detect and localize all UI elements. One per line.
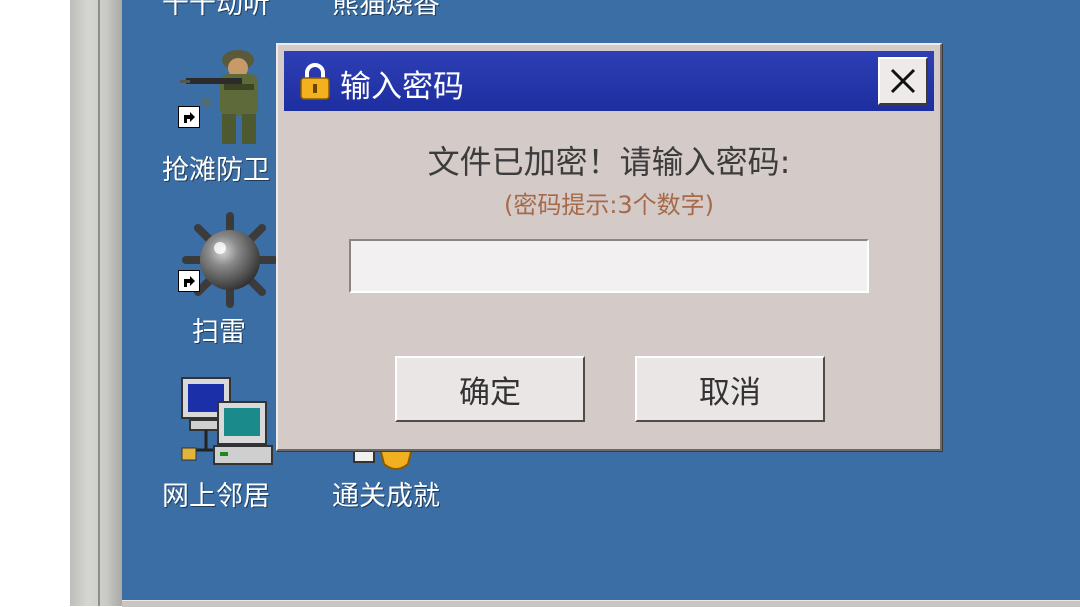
- desktop-icon-label: 网上邻居: [162, 481, 270, 512]
- desktop-icon-label: 熊猫烧香: [332, 0, 440, 20]
- password-hint: (密码提示:3个数字): [503, 191, 715, 219]
- desktop-icon-label: 通关成就: [332, 481, 440, 512]
- password-input[interactable]: [349, 239, 869, 293]
- page-margin: [0, 0, 70, 606]
- cancel-button[interactable]: 取消: [635, 356, 825, 422]
- dialog-title: 输入密码: [340, 69, 464, 105]
- close-button[interactable]: [878, 57, 928, 105]
- ok-button[interactable]: 确定: [395, 356, 585, 422]
- dialog-titlebar[interactable]: 输入密码: [284, 51, 934, 111]
- dialog-prompt: 文件已加密！请输入密码:: [427, 143, 791, 181]
- monitor-bezel: [70, 0, 122, 606]
- bezel-divider: [98, 0, 100, 606]
- close-icon: [890, 68, 916, 94]
- soldier-icon: [180, 50, 258, 144]
- mine-icon: [182, 212, 278, 308]
- desktop-icon-label: 千千动听: [162, 0, 270, 20]
- shortcut-arrow-icon: [178, 270, 200, 292]
- network-computers-icon: [181, 377, 273, 465]
- shortcut-arrow-icon: [178, 106, 200, 128]
- password-dialog: 输入密码 文件已加密！请输入密码: (密码提示:3个数字) 确定 取消: [276, 43, 942, 451]
- lock-icon: [300, 63, 330, 100]
